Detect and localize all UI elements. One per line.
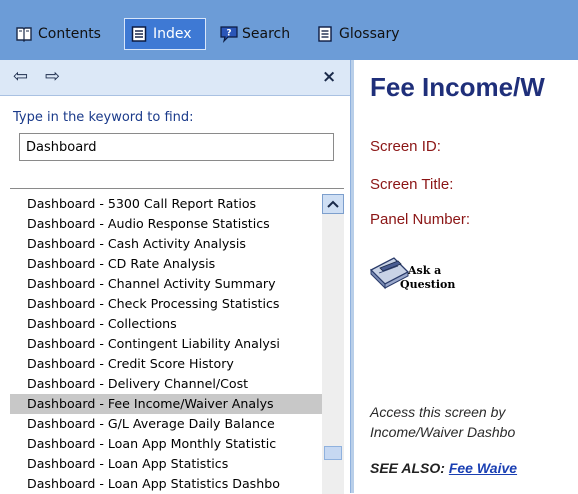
close-icon[interactable]: × <box>322 67 336 87</box>
index-list-item[interactable]: Dashboard - G/L Average Daily Balance <box>10 414 322 434</box>
tab-contents-label: Contents <box>38 26 101 42</box>
index-list-item[interactable]: Dashboard - Loan App Statistics <box>10 454 322 474</box>
panel-number-label: Panel Number: <box>370 211 471 228</box>
access-line-1: Access this screen by <box>370 404 506 420</box>
nav-toolbar: ⇦ ⇨ × <box>0 60 350 96</box>
index-scrollbar[interactable] <box>322 194 344 494</box>
index-list-item[interactable]: Dashboard - Collections <box>10 314 322 334</box>
keyword-label: Type in the keyword to find: <box>13 110 194 125</box>
see-also: SEE ALSO: Fee Waive <box>370 460 517 476</box>
index-list-item[interactable]: Dashboard - Audio Response Statistics <box>10 214 322 234</box>
index-list: Dashboard - 5300 Call Report Ratios Dashb… <box>10 194 322 494</box>
index-icon <box>130 25 148 43</box>
tab-index[interactable]: Index <box>124 18 206 50</box>
forward-arrow-icon[interactable]: ⇨ <box>45 67 60 87</box>
tab-search-label: Search <box>242 26 291 42</box>
tab-glossary[interactable]: Glossary <box>316 19 400 49</box>
topic-content: Fee Income/W Screen ID: Screen Title: Pa… <box>354 60 578 493</box>
scroll-up-button[interactable] <box>322 194 344 214</box>
ask-question-button[interactable]: Ask a Question <box>368 252 468 308</box>
tab-index-label: Index <box>153 26 192 42</box>
index-pane: ⇦ ⇨ × Type in the keyword to find: Dashb… <box>0 60 350 494</box>
index-list-item[interactable]: Dashboard - Cash Activity Analysis <box>10 234 322 254</box>
screen-title-label: Screen Title: <box>370 176 454 193</box>
ask-question-label-1: Ask a <box>408 264 442 277</box>
tab-contents[interactable]: Contents <box>15 19 101 49</box>
back-arrow-icon[interactable]: ⇦ <box>13 67 28 87</box>
book-icon <box>15 25 33 43</box>
index-list-item[interactable]: Dashboard - Credit Score History <box>10 354 322 374</box>
access-line-2: Income/Waiver Dashbo <box>370 424 516 440</box>
tab-bar: Contents Index ? Search Glossary <box>0 0 578 60</box>
glossary-icon <box>316 25 334 43</box>
index-list-item[interactable]: Dashboard - Channel Activity Summary <box>10 274 322 294</box>
page-title: Fee Income/W <box>370 72 545 102</box>
svg-text:?: ? <box>226 29 231 39</box>
index-list-item[interactable]: Dashboard - Delivery Channel/Cost <box>10 374 322 394</box>
keyword-input[interactable] <box>19 133 334 161</box>
access-instructions: Access this screen by Income/Waiver Dash… <box>370 402 578 442</box>
tab-glossary-label: Glossary <box>339 26 400 42</box>
index-list-item[interactable]: Dashboard - CD Rate Analysis <box>10 254 322 274</box>
screen-id-label: Screen ID: <box>370 138 441 155</box>
chevron-up-icon <box>327 200 339 208</box>
ask-question-label-2: Question <box>400 278 456 291</box>
see-also-label: SEE ALSO: <box>370 460 445 476</box>
index-list-item[interactable]: Dashboard - Loan App Statistics Dashbo <box>10 474 322 494</box>
index-list-item[interactable]: Dashboard - Check Processing Statistics <box>10 294 322 314</box>
index-list-item[interactable]: Dashboard - 5300 Call Report Ratios <box>10 194 322 214</box>
scroll-thumb[interactable] <box>324 446 342 460</box>
index-list-item[interactable]: Dashboard - Contingent Liability Analysi <box>10 334 322 354</box>
index-list-item[interactable]: Dashboard - Loan App Monthly Statistic <box>10 434 322 454</box>
see-also-link[interactable]: Fee Waive <box>449 460 517 476</box>
tab-search[interactable]: ? Search <box>219 19 290 49</box>
search-icon: ? <box>219 25 238 43</box>
index-list-item[interactable]: Dashboard - Fee Income/Waiver Analys <box>10 394 322 414</box>
list-divider <box>10 188 344 189</box>
